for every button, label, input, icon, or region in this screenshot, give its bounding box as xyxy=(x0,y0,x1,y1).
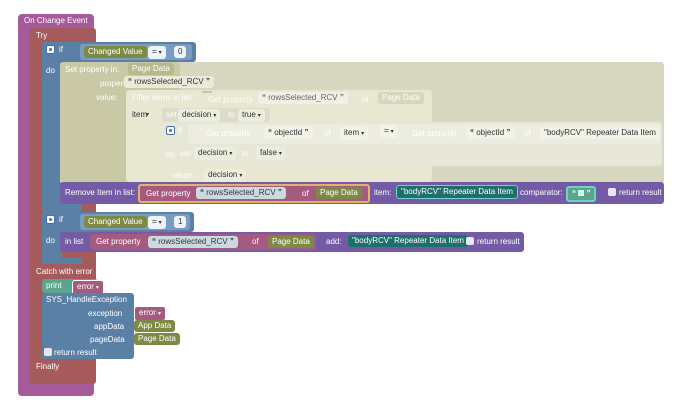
remove-target[interactable]: Page Data xyxy=(316,187,362,199)
exception-value[interactable]: error ▾ xyxy=(134,306,166,321)
if3-label: if xyxy=(59,215,63,224)
bool-true-dropdown[interactable]: true ▾ xyxy=(238,109,265,122)
add-of: of xyxy=(252,237,259,246)
add-label: add: xyxy=(326,237,342,246)
number-one[interactable]: 1 xyxy=(174,216,187,228)
gear-icon[interactable] xyxy=(46,45,55,54)
exception-label: exception xyxy=(88,309,123,318)
number-zero[interactable]: 0 xyxy=(174,46,187,58)
return-decision-dropdown[interactable]: decision ▾ xyxy=(204,169,247,182)
if2-get-property: Get property xyxy=(206,129,251,138)
set-decision2-set: set xyxy=(180,149,191,158)
if2-op-dropdown[interactable]: = ▾ xyxy=(380,125,398,138)
filter-of: of xyxy=(362,95,369,104)
comparator-label: comparator: xyxy=(520,188,563,197)
add-target[interactable]: Page Data xyxy=(268,236,314,248)
add-value[interactable]: "bodyRCV" Repeater Data Item xyxy=(348,235,468,247)
set-property-label: Set property in: xyxy=(65,65,120,74)
add-return-checkbox[interactable] xyxy=(466,237,474,245)
remove-item-value[interactable]: "bodyRCV" Repeater Data Item xyxy=(396,185,518,199)
if2-prop-text[interactable]: “ objectId ” xyxy=(264,127,313,139)
filter-prop-text[interactable]: “ rowsSelected_RCV ” xyxy=(258,92,348,104)
remove-of: of xyxy=(302,189,309,198)
if2-of: of xyxy=(324,129,331,138)
return-label: return xyxy=(172,171,193,180)
decision-var-dropdown[interactable]: decision ▾ xyxy=(178,109,221,122)
if2-target-right[interactable]: "bodyRCV" Repeater Data Item xyxy=(540,127,660,139)
if-block-1-foot xyxy=(42,204,82,212)
changed-value-block[interactable]: Changed Value xyxy=(84,46,147,58)
pagedata-value[interactable]: Page Data xyxy=(134,333,180,345)
equals-dropdown[interactable]: = ▾ xyxy=(148,46,166,59)
add-return-label: return result xyxy=(477,237,520,246)
appdata-label: appData xyxy=(94,322,125,331)
event-foot xyxy=(18,384,94,396)
property-value-text[interactable]: “ rowsSelected_RCV ” xyxy=(124,76,214,88)
remove-get-property: Get property xyxy=(146,189,191,198)
try-label: Try xyxy=(36,31,48,40)
if2-get-property-right: Get property xyxy=(412,129,457,138)
return-result-label: return result xyxy=(619,188,662,197)
if2-prop-right-text[interactable]: “ objectId ” xyxy=(466,127,515,139)
equals-dropdown-3[interactable]: = ▾ xyxy=(148,216,166,229)
on-change-event-label: On Change Event xyxy=(24,16,88,25)
add-get-property: Get property xyxy=(96,237,141,246)
set-property-target[interactable]: Page Data xyxy=(128,63,174,75)
changed-value-block-3[interactable]: Changed Value xyxy=(84,216,147,228)
set-decision2-to: to xyxy=(242,149,249,158)
handle-return-checkbox[interactable] xyxy=(44,348,52,356)
add-prop-text[interactable]: “ rowsSelected_RCV ” xyxy=(148,236,238,248)
return-result-checkbox[interactable] xyxy=(608,188,616,196)
filter-get-property-label: Get property xyxy=(208,95,253,104)
set-decision-set: set xyxy=(166,110,177,119)
gear-icon-3[interactable] xyxy=(46,215,55,224)
gear-icon-2[interactable] xyxy=(166,126,175,135)
filter-get-property[interactable] xyxy=(202,91,212,93)
if2-label: if xyxy=(178,126,182,135)
print-label: print xyxy=(46,281,62,290)
set-decision-to: to xyxy=(228,110,235,119)
in-list-label: in list xyxy=(65,237,84,246)
handle-return-label: return result xyxy=(54,348,97,357)
do3-label: do xyxy=(46,236,55,245)
item-dropdown[interactable]: ▾ xyxy=(140,108,153,121)
if-block-1-body xyxy=(42,58,62,208)
handle-exception-label: SYS_HandleException xyxy=(46,295,127,304)
if-label: if xyxy=(59,45,63,54)
decision2-var-dropdown[interactable]: decision ▾ xyxy=(194,147,237,160)
remove-item-label: Remove Item in list: xyxy=(65,188,136,197)
if2-item-dropdown[interactable]: item ▾ xyxy=(340,127,369,140)
finally-label: Finally xyxy=(36,362,60,371)
value-label: value: xyxy=(96,93,118,102)
comparator-text[interactable]: “ ” xyxy=(566,186,597,202)
do2-label: do xyxy=(166,150,175,159)
remove-item-label2: item: xyxy=(374,188,392,197)
pagedata-label: pageData xyxy=(90,335,125,344)
bool-false-dropdown[interactable]: false ▾ xyxy=(256,147,286,160)
do-label: do xyxy=(46,66,55,75)
remove-prop-text[interactable]: “ rowsSelected_RCV ” xyxy=(196,187,286,199)
filter-of-target[interactable]: Page Data xyxy=(378,92,424,104)
catch-label: Catch with error xyxy=(36,267,93,276)
filter-label: Filter items in list: xyxy=(132,93,194,102)
if2-of-right: of xyxy=(524,129,531,138)
appdata-value[interactable]: App Data xyxy=(134,320,176,332)
